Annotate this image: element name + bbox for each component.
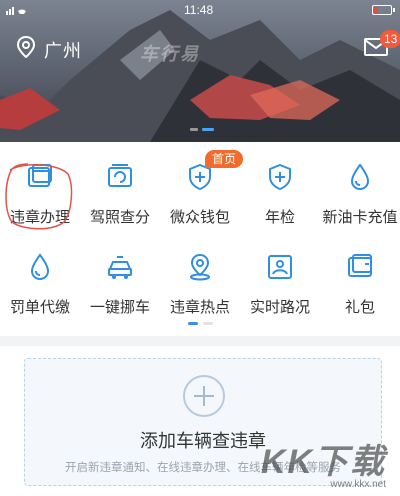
annual-inspection-shield-icon <box>266 162 294 192</box>
service-label: 实时路况 <box>249 299 310 316</box>
site-watermark: KK下载 www.kkx.net <box>261 434 386 490</box>
service-label: 一键挪车 <box>89 299 150 316</box>
signal-icon <box>6 4 36 18</box>
service-label: 违章热点 <box>169 299 230 316</box>
handdrawn-circle-annotation <box>5 163 73 230</box>
service-oil-card[interactable]: 新油卡充值 <box>320 150 400 238</box>
grid-dot-active <box>188 322 198 325</box>
section-divider <box>0 336 400 346</box>
banner-pagination <box>190 128 214 131</box>
service-label: 年检 <box>264 209 295 226</box>
banner-dot <box>190 128 198 131</box>
move-car-icon <box>106 252 134 282</box>
service-annual-inspection[interactable]: 年检 <box>240 150 320 238</box>
service-label: 礼包 <box>344 299 375 316</box>
service-label: 驾照查分 <box>89 209 150 226</box>
hotspot-location-icon <box>186 252 214 282</box>
hero-banner[interactable]: 11:48 广州 车行易 13 <box>0 0 400 142</box>
service-traffic[interactable]: 实时路况 <box>240 240 320 328</box>
grid-pagination <box>188 322 213 325</box>
city-selector[interactable]: 广州 <box>44 37 82 63</box>
service-gift-pack[interactable]: 礼包 <box>320 240 400 328</box>
traffic-map-icon <box>266 252 294 282</box>
grid-dot <box>203 322 213 325</box>
service-violation-hotspot[interactable]: 违章热点 <box>160 240 240 328</box>
service-row-2: 罚单代缴 一键挪车 违章热点 实时路况 礼包 <box>0 240 400 328</box>
status-bar: 11:48 <box>0 0 400 20</box>
battery-icon <box>372 5 395 15</box>
banner-dot-active <box>202 128 214 131</box>
hot-badge: 首页 <box>205 150 243 168</box>
service-fine-payment[interactable]: 罚单代缴 <box>0 240 80 328</box>
add-plus-icon[interactable] <box>183 375 225 417</box>
fine-payment-drop-icon <box>26 252 54 282</box>
mail-count-badge: 13 <box>380 30 400 48</box>
location-pin-icon[interactable] <box>16 35 36 63</box>
top-bar: 广州 车行易 13 <box>0 24 400 70</box>
gift-pack-icon <box>346 252 374 282</box>
service-label: 新油卡充值 <box>322 209 398 226</box>
license-points-icon <box>106 162 134 192</box>
service-label: 微众钱包 <box>169 209 230 226</box>
service-move-car[interactable]: 一键挪车 <box>80 240 160 328</box>
status-time: 11:48 <box>184 3 214 17</box>
service-license-points[interactable]: 驾照查分 <box>80 150 160 238</box>
oil-drop-icon <box>346 162 374 192</box>
mountain-banner-image <box>0 10 400 142</box>
watermark-logo: KK下载 <box>260 443 386 481</box>
banner-slogan: 车行易 <box>140 44 200 64</box>
